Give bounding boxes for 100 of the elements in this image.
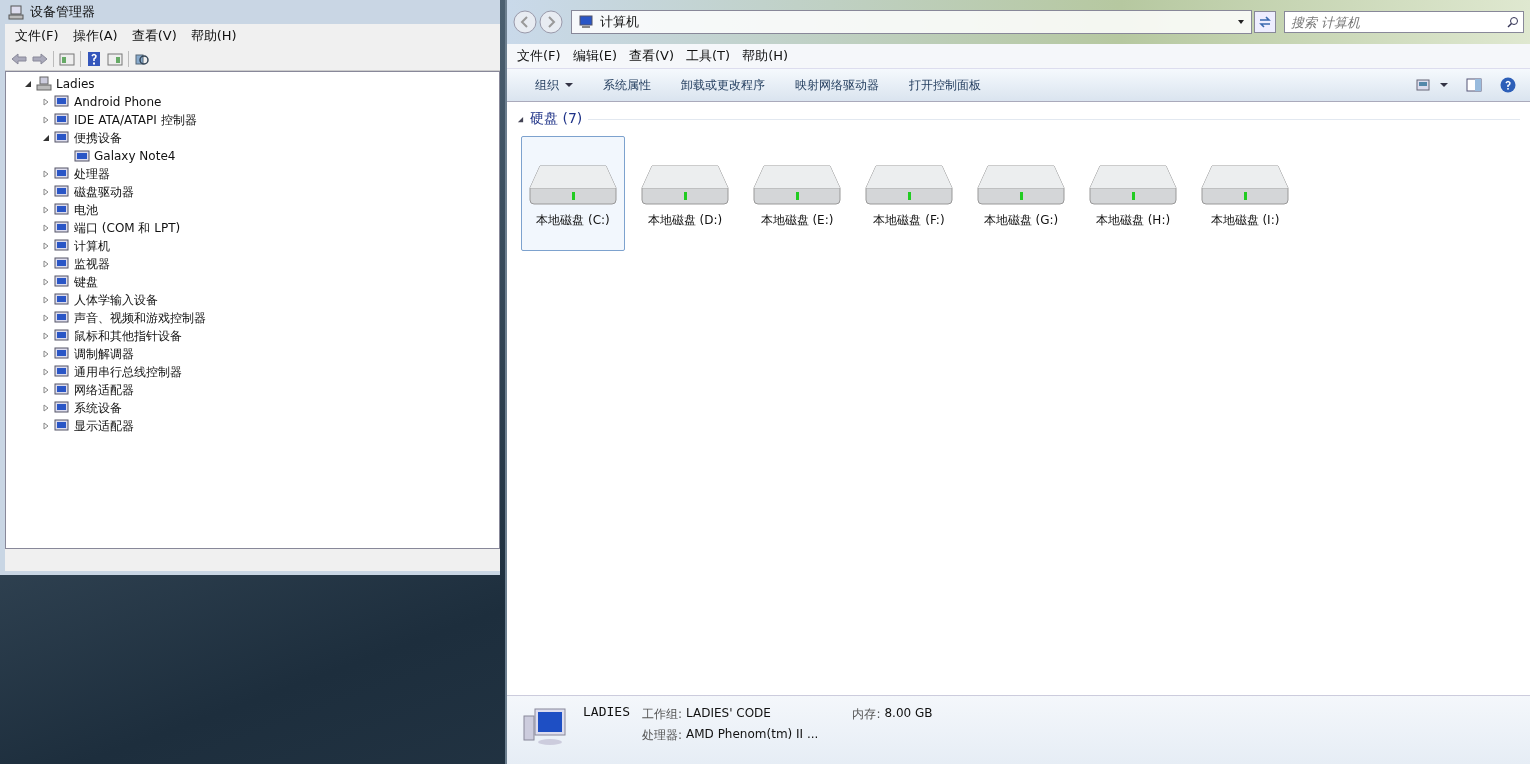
dropdown-arrow-icon[interactable] <box>1237 18 1245 26</box>
tree-item[interactable]: Galaxy Note4 <box>94 149 176 163</box>
device-icon <box>54 130 70 146</box>
device-icon <box>54 382 70 398</box>
tree-item[interactable]: 键盘 <box>74 273 98 291</box>
toolbar-button[interactable]: 映射网络驱动器 <box>781 72 893 98</box>
expand-triangle-icon[interactable] <box>42 188 50 196</box>
tree-item[interactable]: 便携设备 <box>74 129 122 147</box>
scan-hardware-icon[interactable] <box>134 51 150 67</box>
menu-item[interactable]: 查看(V) <box>127 27 181 45</box>
device-icon <box>54 256 70 272</box>
menu-item[interactable]: 编辑(E) <box>568 47 621 65</box>
help-icon[interactable] <box>1500 77 1516 93</box>
drive-item[interactable]: 本地磁盘 (I:) <box>1193 136 1297 251</box>
window-title: 设备管理器 <box>30 3 95 21</box>
help-icon[interactable] <box>86 51 102 67</box>
tree-item[interactable]: 网络适配器 <box>74 381 134 399</box>
drive-item[interactable]: 本地磁盘 (E:) <box>745 136 849 251</box>
tree-item[interactable]: 端口 (COM 和 LPT) <box>74 219 181 237</box>
expand-triangle-icon[interactable] <box>42 404 50 412</box>
tree-item[interactable]: 监视器 <box>74 255 110 273</box>
collapse-triangle-icon[interactable] <box>24 80 32 88</box>
menu-item[interactable]: 查看(V) <box>625 47 679 65</box>
tree-item[interactable]: IDE ATA/ATAPI 控制器 <box>74 111 197 129</box>
back-button-icon[interactable] <box>513 10 537 34</box>
forward-arrow-icon[interactable] <box>32 51 48 67</box>
device-icon <box>54 220 70 236</box>
tree-item[interactable]: 声音、视频和游戏控制器 <box>74 309 206 327</box>
tree-item[interactable]: 电池 <box>74 201 98 219</box>
preview-pane-icon[interactable] <box>1466 77 1482 93</box>
tree-item[interactable]: 调制解调器 <box>74 345 134 363</box>
device-icon <box>54 400 70 416</box>
search-field[interactable]: 搜索 计算机 <box>1284 11 1524 33</box>
address-bar[interactable]: 计算机 <box>571 10 1252 34</box>
caret-icon[interactable] <box>1440 81 1448 89</box>
expand-triangle-icon[interactable] <box>42 224 50 232</box>
expand-triangle-icon[interactable] <box>42 296 50 304</box>
device-icon <box>54 328 70 344</box>
device-icon <box>54 418 70 434</box>
toolbar-button[interactable]: 卸载或更改程序 <box>667 72 779 98</box>
detail-label: 内存: <box>852 706 881 723</box>
panel-icon[interactable] <box>59 51 75 67</box>
expand-triangle-icon[interactable] <box>42 116 50 124</box>
expand-triangle-icon[interactable] <box>42 368 50 376</box>
menu-item[interactable]: 文件(F) <box>11 27 63 45</box>
tree-item[interactable]: 处理器 <box>74 165 110 183</box>
group-header[interactable]: 硬盘 (7) <box>530 110 583 128</box>
panel-icon[interactable] <box>107 51 123 67</box>
device-icon <box>54 364 70 380</box>
expand-triangle-icon[interactable] <box>42 278 50 286</box>
computer-icon <box>578 14 594 30</box>
device-icon <box>54 310 70 326</box>
collapse-triangle-icon[interactable] <box>517 115 524 123</box>
drive-item[interactable]: 本地磁盘 (C:) <box>521 136 625 251</box>
tree-item[interactable]: 通用串行总线控制器 <box>74 363 182 381</box>
expand-triangle-icon[interactable] <box>42 170 50 178</box>
collapse-triangle-icon[interactable] <box>42 134 50 142</box>
detail-value: 8.00 GB <box>884 706 933 722</box>
search-icon[interactable] <box>1507 16 1519 28</box>
caret-icon <box>565 81 573 89</box>
expand-triangle-icon[interactable] <box>42 350 50 358</box>
drive-item[interactable]: 本地磁盘 (D:) <box>633 136 737 251</box>
tree-item[interactable]: Ladies <box>56 77 95 91</box>
tree-item[interactable]: 系统设备 <box>74 399 122 417</box>
detail-label: 工作组: <box>641 706 682 723</box>
expand-triangle-icon[interactable] <box>42 98 50 106</box>
menu-item[interactable]: 工具(T) <box>682 47 735 65</box>
refresh-icon[interactable] <box>1254 11 1276 33</box>
menu-item[interactable]: 文件(F) <box>513 47 565 65</box>
drive-item[interactable]: 本地磁盘 (G:) <box>969 136 1073 251</box>
tree-item[interactable]: 鼠标和其他指针设备 <box>74 327 182 345</box>
device-icon <box>54 166 70 182</box>
menu-item[interactable]: 帮助(H) <box>738 47 793 65</box>
device-icon <box>54 274 70 290</box>
expand-triangle-icon[interactable] <box>42 206 50 214</box>
back-arrow-icon[interactable] <box>11 51 27 67</box>
toolbar-button[interactable]: 系统属性 <box>589 72 665 98</box>
expand-triangle-icon[interactable] <box>42 242 50 250</box>
tree-item[interactable]: 磁盘驱动器 <box>74 183 134 201</box>
menu-item[interactable]: 帮助(H) <box>186 27 241 45</box>
computer-name: LADIES <box>583 704 630 719</box>
expand-triangle-icon[interactable] <box>42 260 50 268</box>
expand-triangle-icon[interactable] <box>42 332 50 340</box>
menu-item[interactable]: 操作(A) <box>68 27 122 45</box>
tree-item[interactable]: 计算机 <box>74 237 110 255</box>
breadcrumb-item[interactable]: 计算机 <box>600 13 1231 31</box>
computer-icon <box>36 76 52 92</box>
tree-item[interactable]: 显示适配器 <box>74 417 134 435</box>
drive-item[interactable]: 本地磁盘 (H:) <box>1081 136 1185 251</box>
tree-item[interactable]: Android Phone <box>74 95 162 109</box>
expand-triangle-icon[interactable] <box>42 386 50 394</box>
tree-item[interactable]: 人体学输入设备 <box>74 291 158 309</box>
view-options-icon[interactable] <box>1416 77 1432 93</box>
expand-triangle-icon[interactable] <box>42 422 50 430</box>
toolbar-button[interactable]: 组织 <box>521 72 587 98</box>
expand-triangle-icon[interactable] <box>42 314 50 322</box>
drive-item[interactable]: 本地磁盘 (F:) <box>857 136 961 251</box>
toolbar-button[interactable]: 打开控制面板 <box>895 72 995 98</box>
forward-button-icon[interactable] <box>539 10 563 34</box>
detail-value: LADIES' CODE <box>686 706 772 722</box>
